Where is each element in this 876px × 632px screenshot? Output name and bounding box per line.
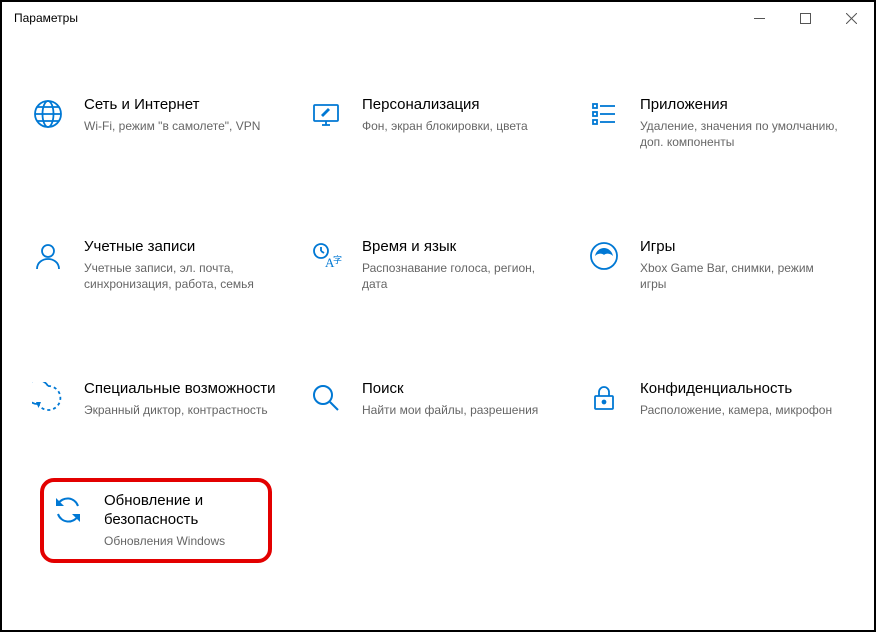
personalize-icon [308, 96, 344, 132]
minimize-icon [754, 13, 765, 24]
tile-desc: Обновления Windows [104, 533, 258, 549]
tile-desc: Учетные записи, эл. почта, синхронизация… [84, 260, 284, 292]
time-language-icon: A 字 [308, 238, 344, 274]
tile-title: Конфиденциальность [640, 380, 832, 399]
tile-desc: Расположение, камера, микрофон [640, 402, 832, 418]
maximize-button[interactable] [782, 2, 828, 34]
tile-title: Специальные возможности [84, 380, 276, 399]
tile-desc: Распознавание голоса, регион, дата [362, 260, 562, 292]
globe-icon [30, 96, 66, 132]
tile-title: Сеть и Интернет [84, 96, 260, 115]
tile-accessibility[interactable]: Специальные возможности Экранный диктор,… [24, 374, 288, 424]
tile-search[interactable]: Поиск Найти мои файлы, разрешения [302, 374, 566, 424]
search-icon [308, 380, 344, 416]
tile-apps[interactable]: Приложения Удаление, значения по умолчан… [580, 90, 844, 156]
tile-accounts[interactable]: Учетные записи Учетные записи, эл. почта… [24, 232, 288, 298]
window-controls [736, 2, 874, 34]
tile-title: Время и язык [362, 238, 562, 257]
tile-desc: Найти мои файлы, разрешения [362, 402, 538, 418]
row-update: Обновление и безопасность Обновления Win… [24, 478, 844, 563]
tile-privacy[interactable]: Конфиденциальность Расположение, камера,… [580, 374, 844, 424]
lock-icon [586, 380, 622, 416]
tile-desc: Wi-Fi, режим "в самолете", VPN [84, 118, 260, 134]
tile-desc: Xbox Game Bar, снимки, режим игры [640, 260, 840, 292]
tile-time-language[interactable]: A 字 Время и язык Распознавание голоса, р… [302, 232, 566, 298]
tile-personalization[interactable]: Персонализация Фон, экран блокировки, цв… [302, 90, 566, 156]
tile-network[interactable]: Сеть и Интернет Wi-Fi, режим "в самолете… [24, 90, 288, 156]
tile-title: Поиск [362, 380, 538, 399]
tile-title: Персонализация [362, 96, 528, 115]
tile-title: Обновление и безопасность [104, 492, 258, 530]
minimize-button[interactable] [736, 2, 782, 34]
accessibility-icon [30, 380, 66, 416]
close-button[interactable] [828, 2, 874, 34]
person-icon [30, 238, 66, 274]
window-title: Параметры [14, 11, 78, 25]
content-area: Сеть и Интернет Wi-Fi, режим "в самолете… [2, 34, 874, 630]
maximize-icon [800, 13, 811, 24]
tile-title: Учетные записи [84, 238, 284, 257]
tile-desc: Фон, экран блокировки, цвета [362, 118, 528, 134]
settings-grid: Сеть и Интернет Wi-Fi, режим "в самолете… [24, 90, 844, 424]
svg-text:字: 字 [333, 254, 342, 265]
tile-title: Приложения [640, 96, 840, 115]
gaming-icon [586, 238, 622, 274]
tile-title: Игры [640, 238, 840, 257]
settings-window: Параметры [2, 2, 874, 630]
tile-desc: Удаление, значения по умолчанию, доп. ко… [640, 118, 840, 150]
tile-desc: Экранный диктор, контрастность [84, 402, 276, 418]
tile-update-security[interactable]: Обновление и безопасность Обновления Win… [40, 478, 272, 563]
apps-icon [586, 96, 622, 132]
update-icon [50, 492, 86, 528]
tile-gaming[interactable]: Игры Xbox Game Bar, снимки, режим игры [580, 232, 844, 298]
close-icon [846, 13, 857, 24]
titlebar: Параметры [2, 2, 874, 34]
